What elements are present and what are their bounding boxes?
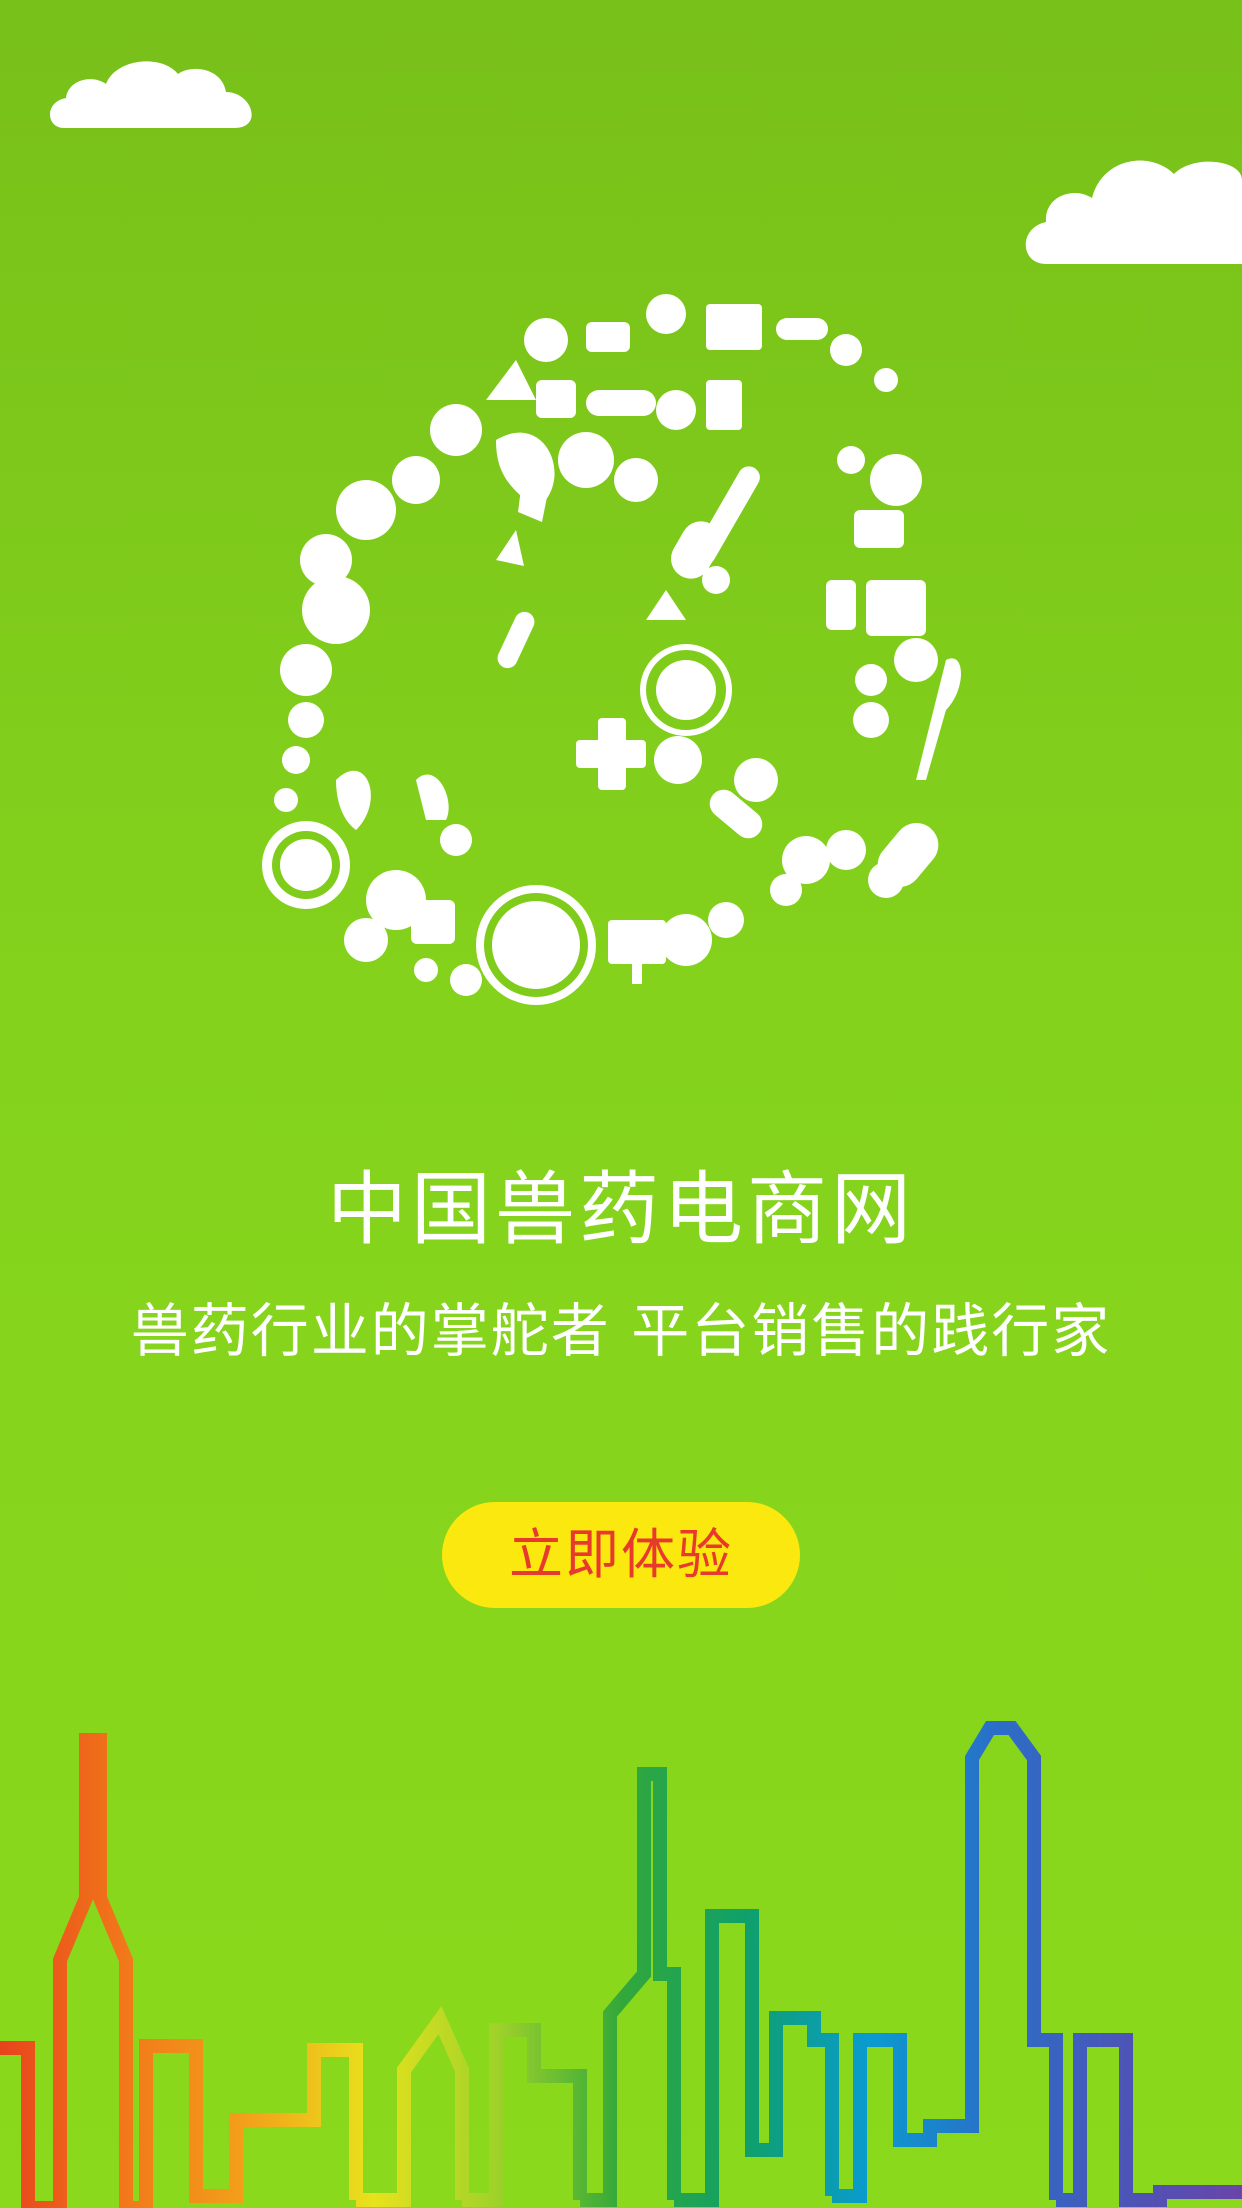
cloud-icon	[1025, 160, 1242, 264]
animal-medicine-collage-logo-icon	[262, 294, 961, 1005]
start-experience-button[interactable]: 立即体验	[442, 1502, 800, 1608]
app-slogan: 兽药行业的掌舵者 平台销售的践行家	[130, 1297, 1112, 1365]
rainbow-city-skyline-icon	[0, 1721, 1242, 2208]
app-title: 中国兽药电商网	[327, 1163, 915, 1256]
cloud-icon	[50, 61, 252, 128]
